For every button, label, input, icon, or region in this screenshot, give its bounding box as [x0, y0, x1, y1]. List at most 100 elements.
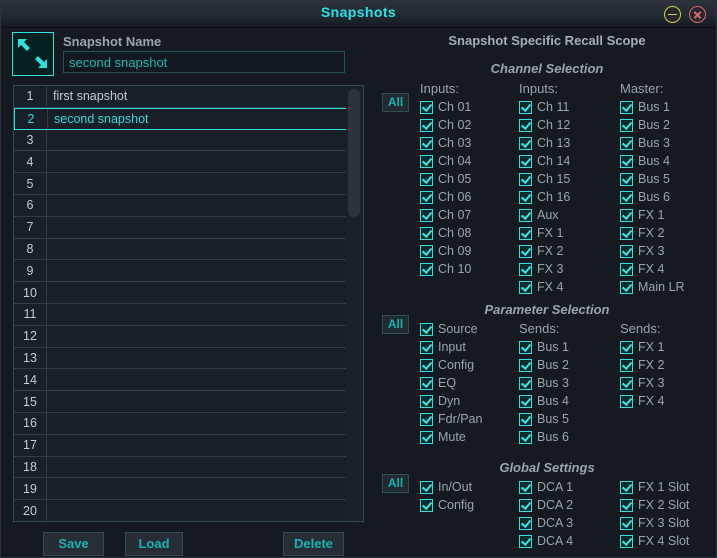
checkbox-ch-16[interactable]: [519, 190, 532, 204]
checkbox-row[interactable]: FX 3: [620, 374, 664, 392]
snapshot-row[interactable]: 20: [14, 500, 348, 521]
checkbox-row[interactable]: In/Out: [420, 478, 474, 496]
snapshot-row[interactable]: 7: [14, 216, 348, 239]
checkbox-row[interactable]: Ch 07: [420, 206, 471, 224]
checkbox-row[interactable]: FX 2: [620, 356, 664, 374]
checkbox-bus-5[interactable]: [519, 412, 532, 426]
snapshot-row[interactable]: 12: [14, 325, 348, 348]
checkbox-row[interactable]: Bus 3: [519, 374, 569, 392]
snapshot-row[interactable]: 19: [14, 478, 348, 501]
checkbox-row[interactable]: Ch 04: [420, 152, 471, 170]
checkbox-bus-1[interactable]: [620, 100, 633, 114]
snapshot-row[interactable]: 18: [14, 456, 348, 479]
checkbox-bus-3[interactable]: [620, 136, 633, 150]
snapshot-row[interactable]: 5: [14, 173, 348, 195]
checkbox-row[interactable]: Input: [420, 338, 482, 356]
all-button-channel-selection[interactable]: All: [382, 93, 409, 112]
checkbox-row[interactable]: DCA 4: [519, 532, 573, 550]
checkbox-dca-2[interactable]: [519, 498, 532, 512]
checkbox-row[interactable]: FX 1: [620, 338, 664, 356]
checkbox-row[interactable]: FX 4: [620, 260, 685, 278]
checkbox-fx-2[interactable]: [620, 358, 633, 372]
checkbox-row[interactable]: Config: [420, 356, 482, 374]
checkbox-dca-4[interactable]: [519, 534, 532, 548]
checkbox-row[interactable]: FX 2: [620, 224, 685, 242]
checkbox-dyn[interactable]: [420, 394, 433, 408]
checkbox-row[interactable]: Ch 11: [519, 98, 570, 116]
checkbox-ch-06[interactable]: [420, 190, 433, 204]
snapshot-row[interactable]: 4: [14, 151, 348, 174]
checkbox-row[interactable]: FX 3: [519, 260, 570, 278]
save-button[interactable]: Save: [43, 532, 104, 556]
checkbox-bus-3[interactable]: [519, 376, 532, 390]
snapshot-row[interactable]: 9: [14, 260, 348, 283]
checkbox-row[interactable]: FX 4: [620, 392, 664, 410]
snapshot-row[interactable]: 14: [14, 369, 348, 392]
snapshot-row[interactable]: 13: [14, 347, 348, 370]
checkbox-dca-3[interactable]: [519, 516, 532, 530]
snapshot-row[interactable]: 3: [14, 129, 348, 152]
checkbox-row[interactable]: Ch 10: [420, 260, 471, 278]
checkbox-fdr-pan[interactable]: [420, 412, 433, 426]
checkbox-row[interactable]: Main LR: [620, 278, 685, 296]
checkbox-ch-02[interactable]: [420, 118, 433, 132]
checkbox-ch-10[interactable]: [420, 262, 433, 276]
checkbox-config[interactable]: [420, 498, 433, 512]
checkbox-row[interactable]: FX 1: [519, 224, 570, 242]
checkbox-fx-2[interactable]: [620, 226, 633, 240]
checkbox-ch-07[interactable]: [420, 208, 433, 222]
checkbox-row[interactable]: Ch 08: [420, 224, 471, 242]
checkbox-row[interactable]: FX 3: [620, 242, 685, 260]
checkbox-row[interactable]: EQ: [420, 374, 482, 392]
checkbox-row[interactable]: Ch 16: [519, 188, 570, 206]
checkbox-fx-1[interactable]: [620, 340, 633, 354]
checkbox-ch-04[interactable]: [420, 154, 433, 168]
checkbox-bus-6[interactable]: [620, 190, 633, 204]
checkbox-fx-4[interactable]: [620, 262, 633, 276]
checkbox-mute[interactable]: [420, 430, 433, 444]
checkbox-bus-4[interactable]: [519, 394, 532, 408]
checkbox-row[interactable]: Bus 6: [620, 188, 685, 206]
checkbox-eq[interactable]: [420, 376, 433, 390]
checkbox-row[interactable]: Aux: [519, 206, 570, 224]
checkbox-fx-1[interactable]: [519, 226, 532, 240]
checkbox-row[interactable]: Ch 09: [420, 242, 471, 260]
checkbox-bus-4[interactable]: [620, 154, 633, 168]
snapshot-row[interactable]: 6: [14, 194, 348, 217]
checkbox-row[interactable]: Bus 4: [620, 152, 685, 170]
checkbox-ch-13[interactable]: [519, 136, 532, 150]
checkbox-row[interactable]: Config: [420, 496, 474, 514]
checkbox-row[interactable]: Ch 05: [420, 170, 471, 188]
snapshot-row[interactable]: 11: [14, 303, 348, 326]
checkbox-bus-5[interactable]: [620, 172, 633, 186]
checkbox-row[interactable]: Ch 06: [420, 188, 471, 206]
checkbox-row[interactable]: Source: [420, 320, 482, 338]
snapshot-row[interactable]: 17: [14, 434, 348, 457]
checkbox-row[interactable]: DCA 2: [519, 496, 573, 514]
close-icon[interactable]: [689, 6, 706, 23]
checkbox-row[interactable]: Fdr/Pan: [420, 410, 482, 428]
snapshot-row[interactable]: 1 first snapshot: [14, 86, 348, 108]
checkbox-ch-12[interactable]: [519, 118, 532, 132]
load-button[interactable]: Load: [125, 532, 183, 556]
checkbox-row[interactable]: Ch 03: [420, 134, 471, 152]
checkbox-row[interactable]: Mute: [420, 428, 482, 446]
checkbox-row[interactable]: DCA 1: [519, 478, 573, 496]
checkbox-ch-11[interactable]: [519, 100, 532, 114]
checkbox-fx-2[interactable]: [519, 244, 532, 258]
checkbox-fx-1[interactable]: [620, 208, 633, 222]
snapshot-row[interactable]: 8: [14, 238, 348, 261]
checkbox-ch-09[interactable]: [420, 244, 433, 258]
checkbox-row[interactable]: FX 2 Slot: [620, 496, 689, 514]
checkbox-row[interactable]: FX 4: [519, 278, 570, 296]
all-button-global-settings[interactable]: All: [382, 474, 409, 493]
checkbox-row[interactable]: Bus 1: [519, 338, 569, 356]
collapse-arrows-icon[interactable]: [12, 32, 54, 76]
checkbox-ch-14[interactable]: [519, 154, 532, 168]
checkbox-fx-3[interactable]: [620, 376, 633, 390]
checkbox-row[interactable]: Bus 3: [620, 134, 685, 152]
checkbox-fx-3[interactable]: [620, 244, 633, 258]
checkbox-main-lr[interactable]: [620, 280, 633, 294]
checkbox-row[interactable]: FX 2: [519, 242, 570, 260]
checkbox-row[interactable]: Bus 4: [519, 392, 569, 410]
